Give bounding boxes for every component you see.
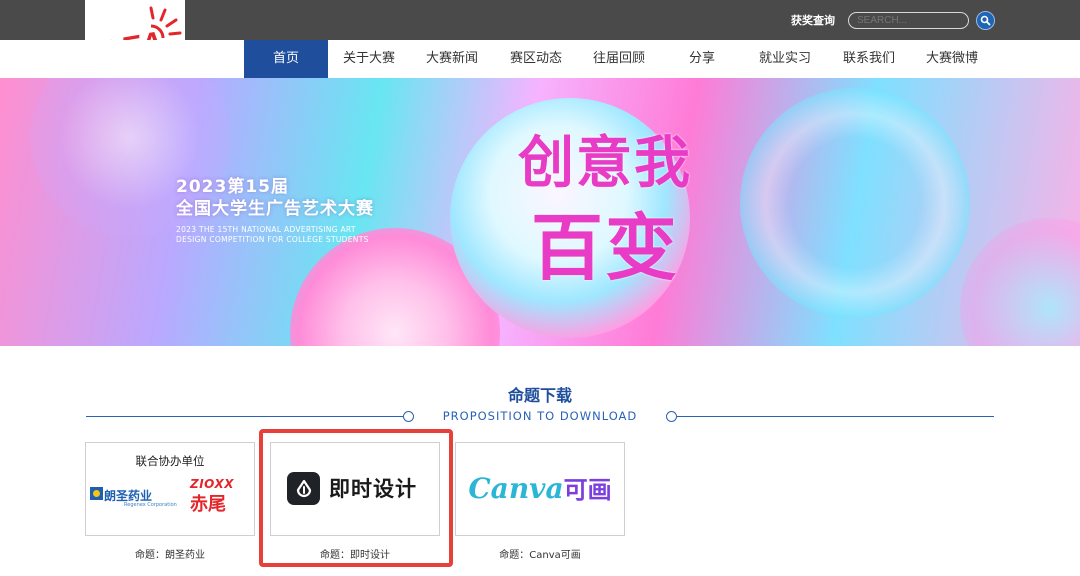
section-title: 命题下载 xyxy=(507,386,572,405)
card-caption[interactable]: 命题：朗圣药业 xyxy=(85,546,255,561)
search-button[interactable] xyxy=(976,11,995,30)
proposition-card-canva[interactable]: Canva可画 xyxy=(455,442,625,536)
banner-english-title: 2023 THE 15TH NATIONAL ADVERTISING ART D… xyxy=(176,225,369,245)
banner-slogan: 创意我 百变 xyxy=(515,126,695,294)
card-caption[interactable]: 命题：Canva可画 xyxy=(455,546,625,561)
nav-item-region[interactable]: 赛区动态 xyxy=(494,40,578,78)
divider-ring-right xyxy=(666,411,677,422)
canva-logo-cn: 可画 xyxy=(563,476,612,504)
banner-title-line1: 2023第15届 xyxy=(176,177,289,197)
banner-en-line1: 2023 THE 15TH NATIONAL ADVERTISING ART xyxy=(176,225,356,234)
sponsor-logo-chiwei: 赤尾 xyxy=(190,494,226,515)
nav-item-home[interactable]: 首页 xyxy=(244,40,328,78)
nav-item-about[interactable]: 关于大赛 xyxy=(327,40,411,78)
canva-logo: Canva可画 xyxy=(456,470,624,505)
search-input[interactable] xyxy=(848,12,969,29)
divider-ring-left xyxy=(403,411,414,422)
banner-title-line2: 全国大学生广告艺术大赛 xyxy=(176,199,374,219)
banner-bubble xyxy=(740,88,970,318)
divider-line-right xyxy=(677,416,994,417)
nav-item-contact[interactable]: 联系我们 xyxy=(827,40,911,78)
hero-banner[interactable]: 2023第15届 全国大学生广告艺术大赛 2023 THE 15TH NATIO… xyxy=(0,78,1080,346)
banner-bubble xyxy=(960,218,1080,346)
banner-slogan-line2: 百变 xyxy=(530,206,679,290)
nav-item-news[interactable]: 大赛新闻 xyxy=(410,40,494,78)
sponsor-logo-langsheng-sub: Regenex Corporation xyxy=(124,502,177,508)
nav-item-jobs[interactable]: 就业实习 xyxy=(743,40,827,78)
sponsor-logo-zioxx: ZIOXX xyxy=(190,477,234,491)
awards-query-link[interactable]: 获奖查询 xyxy=(791,12,835,28)
card-header: 联合协办单位 xyxy=(135,454,205,468)
banner-slogan-line1: 创意我 xyxy=(518,131,692,196)
banner-title: 2023第15届 全国大学生广告艺术大赛 xyxy=(176,176,374,220)
nav-item-review[interactable]: 往届回顾 xyxy=(577,40,661,78)
banner-en-line2: DESIGN COMPETITION FOR COLLEGE STUDENTS xyxy=(176,235,369,244)
selection-highlight xyxy=(259,429,453,567)
nav-item-share[interactable]: 分享 xyxy=(660,40,744,78)
nav-item-weibo[interactable]: 大赛微博 xyxy=(910,40,994,78)
main-nav: 首页 关于大赛 大赛新闻 赛区动态 往届回顾 分享 就业实习 联系我们 大赛微博 xyxy=(0,40,1080,78)
section-subtitle: PROPOSITION TO DOWNLOAD xyxy=(442,409,638,423)
proposition-card-langsheng[interactable]: 联合协办单位 朗圣药业 Regenex Corporation ZIOXX 赤尾 xyxy=(85,442,255,536)
canva-logo-en: Canva xyxy=(468,472,564,505)
search-icon xyxy=(980,15,991,26)
divider-line-left xyxy=(86,416,404,417)
langsheng-logo-icon xyxy=(90,487,103,500)
